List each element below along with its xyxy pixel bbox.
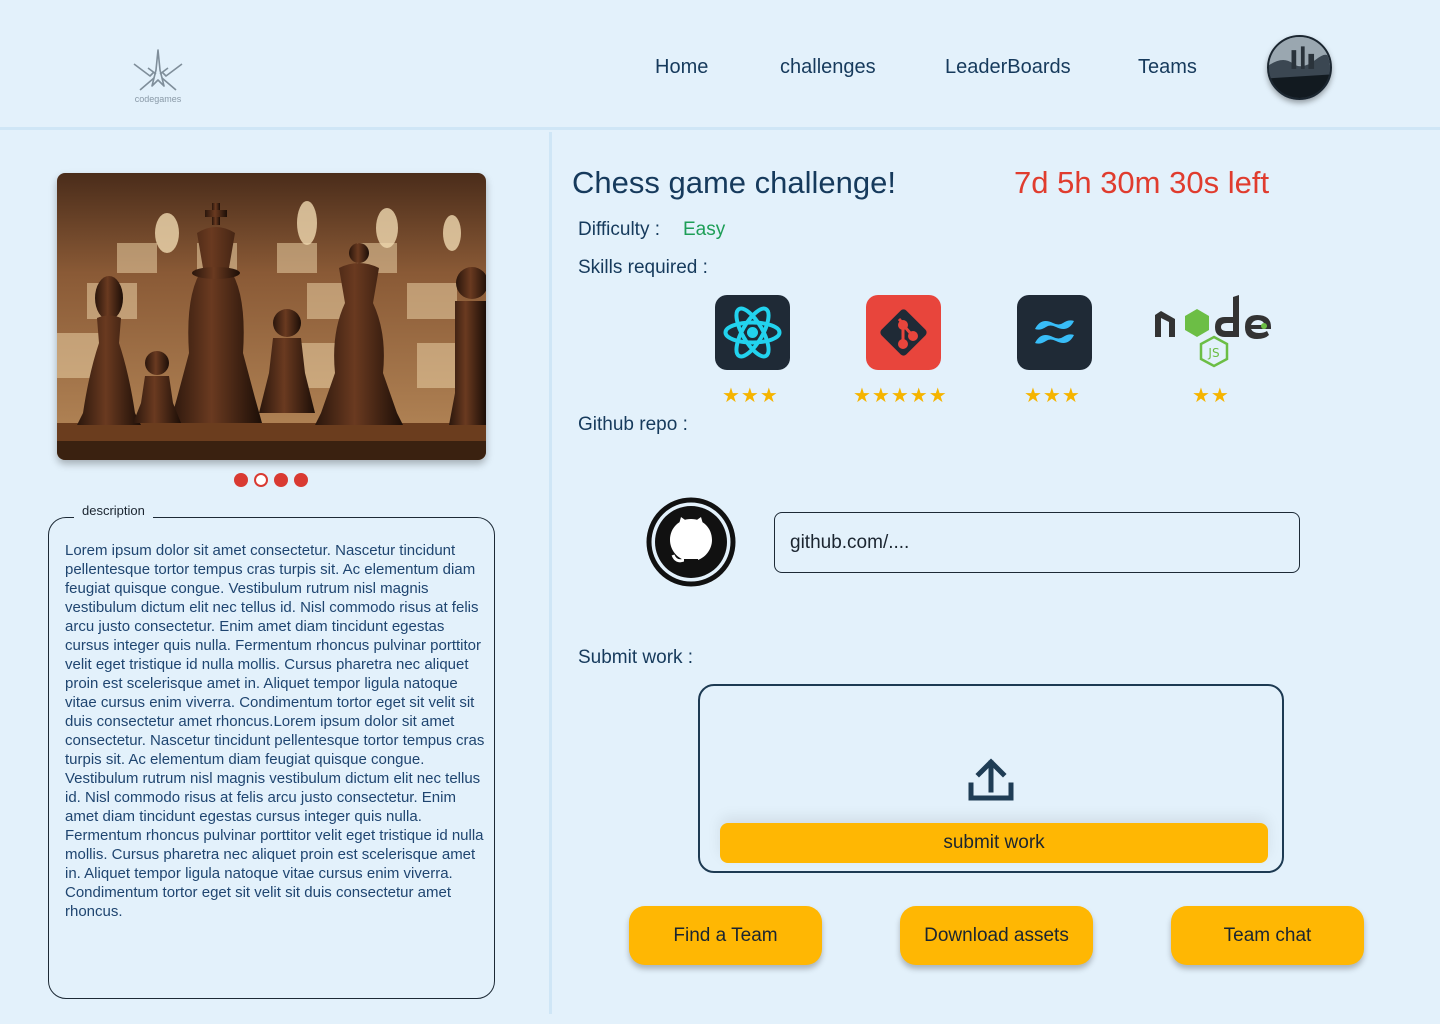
- description-legend: description: [74, 503, 153, 518]
- team-chat-button[interactable]: Team chat: [1171, 906, 1364, 965]
- github-icon: [646, 497, 736, 587]
- react-rating-stars: ★★★: [722, 385, 779, 407]
- tailwind-icon: [1017, 295, 1092, 370]
- challenge-image: [57, 173, 486, 460]
- nav-home[interactable]: Home: [655, 56, 708, 79]
- git-rating-stars: ★★★★★: [853, 385, 948, 407]
- avatar[interactable]: [1267, 35, 1332, 100]
- column-divider: [549, 132, 552, 1014]
- nav-teams[interactable]: Teams: [1138, 56, 1197, 79]
- description-text: Lorem ipsum dolor sit amet consectetur. …: [65, 542, 485, 920]
- nav-challenges[interactable]: challenges: [780, 56, 876, 79]
- react-icon: [715, 295, 790, 370]
- challenge-title: Chess game challenge!: [572, 165, 896, 200]
- carousel-dots: [234, 473, 308, 487]
- logo-text: codegames: [134, 94, 182, 104]
- difficulty-label: Difficulty :: [578, 219, 661, 240]
- carousel-dot[interactable]: [274, 473, 288, 487]
- tailwind-rating-stars: ★★★: [1024, 385, 1081, 407]
- submit-work-button[interactable]: submit work: [720, 823, 1268, 863]
- chess-pieces-icon: [57, 173, 486, 460]
- difficulty-value: Easy: [683, 219, 726, 240]
- carousel-dot-active[interactable]: [254, 473, 268, 487]
- carousel-dot[interactable]: [234, 473, 248, 487]
- svg-text:JS: JS: [1207, 346, 1219, 360]
- countdown-timer: 7d 5h 30m 30s left: [1014, 165, 1270, 200]
- git-icon: [866, 295, 941, 370]
- find-team-button[interactable]: Find a Team: [629, 906, 822, 965]
- submit-work-label: Submit work :: [578, 647, 694, 668]
- nav-leaderboards[interactable]: LeaderBoards: [945, 56, 1071, 79]
- nodejs-rating-stars: ★★: [1192, 385, 1230, 407]
- castle-landscape-icon: [1269, 37, 1330, 98]
- nodejs-icon: JS: [1151, 293, 1279, 373]
- upload-icon[interactable]: [967, 757, 1015, 803]
- logo[interactable]: codegames: [128, 46, 188, 110]
- github-repo-label: Github repo :: [578, 414, 688, 435]
- skills-label: Skills required :: [578, 257, 708, 278]
- crown-logo-icon: [133, 49, 183, 91]
- carousel-dot[interactable]: [294, 473, 308, 487]
- github-repo-input[interactable]: [774, 512, 1300, 573]
- download-assets-button[interactable]: Download assets: [900, 906, 1093, 965]
- header: codegames Home challenges LeaderBoards T…: [0, 0, 1440, 130]
